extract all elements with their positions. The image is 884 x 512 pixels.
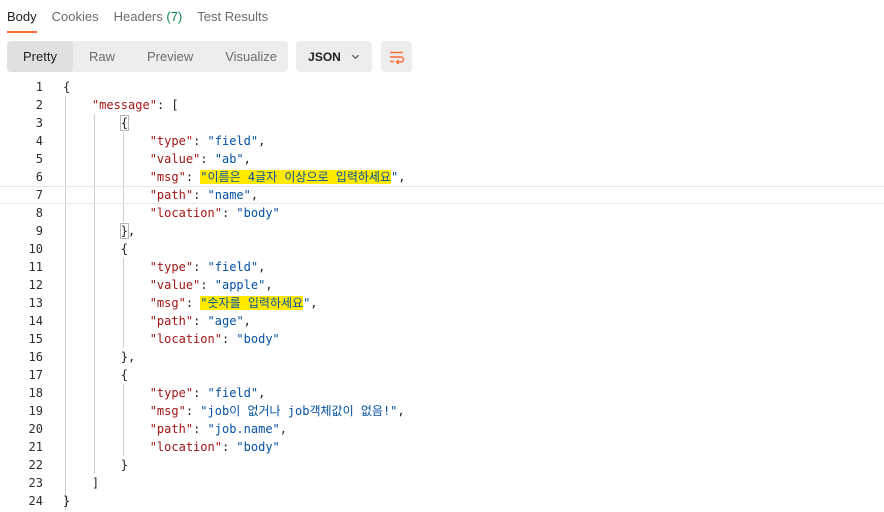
code-line: 24}: [0, 492, 884, 510]
code-line: 17 {: [0, 366, 884, 384]
wrap-lines-button[interactable]: [381, 41, 412, 72]
code-line: 5 "value": "ab",: [0, 150, 884, 168]
tab-headers[interactable]: Headers (7): [114, 0, 183, 34]
view-mode-selector: Pretty Raw Preview Visualize: [7, 41, 288, 72]
code-line: 7 "path": "name",: [0, 186, 884, 204]
line-number: 2: [35, 98, 43, 112]
code-line: 8 "location": "body": [0, 204, 884, 222]
code-line: 12 "value": "apple",: [0, 276, 884, 294]
wrap-lines-icon: [389, 51, 404, 64]
headers-count-badge: (7): [166, 9, 183, 24]
code-line: 21 "location": "body": [0, 438, 884, 456]
line-number: 22: [28, 458, 43, 472]
code-line: 6 "msg": "이름은 4글자 이상으로 입력하세요",: [0, 168, 884, 186]
view-mode-preview[interactable]: Preview: [131, 41, 209, 72]
code-line: 14 "path": "age",: [0, 312, 884, 330]
line-number: 11: [28, 260, 43, 274]
code-line: 15 "location": "body": [0, 330, 884, 348]
tab-cookies[interactable]: Cookies: [52, 0, 99, 34]
line-number: 21: [28, 440, 43, 454]
line-number: 5: [35, 152, 43, 166]
response-toolbar: Pretty Raw Preview Visualize JSON: [7, 41, 412, 72]
line-number: 13: [28, 296, 43, 310]
line-number: 6: [35, 170, 43, 184]
error-type-value: field: [214, 260, 251, 274]
line-number: 9: [35, 224, 43, 238]
code-line: 2 "message": [: [0, 96, 884, 114]
code-line: 13 "msg": "숫자를 입력하세요",: [0, 294, 884, 312]
code-line: 10 {: [0, 240, 884, 258]
code-line: 3 {: [0, 114, 884, 132]
line-number: 19: [28, 404, 43, 418]
chevron-down-icon: [351, 54, 359, 60]
code-line: 22 }: [0, 456, 884, 474]
error-location-value: body: [243, 440, 273, 454]
code-line: 11 "type": "field",: [0, 258, 884, 276]
code-line: 18 "type": "field",: [0, 384, 884, 402]
code-line: 9 },: [0, 222, 884, 240]
error-path-value: name: [214, 188, 244, 202]
error-value-value: ab: [221, 152, 237, 166]
line-number: 17: [28, 368, 43, 382]
response-body-editor[interactable]: 1{ 2 "message": [ 3 { 4 "type": "field",…: [0, 78, 884, 512]
code-line: 16 },: [0, 348, 884, 366]
code-line: 19 "msg": "job이 없거나 job객체값이 없음!",: [0, 402, 884, 420]
line-number: 14: [28, 314, 43, 328]
error-location-value: body: [243, 206, 273, 220]
code-line: 1{: [0, 78, 884, 96]
error-location-value: body: [243, 332, 273, 346]
line-number: 16: [28, 350, 43, 364]
line-number: 1: [35, 80, 43, 94]
view-mode-pretty[interactable]: Pretty: [7, 41, 73, 72]
error-type-value: field: [214, 386, 251, 400]
line-number: 7: [35, 188, 43, 202]
line-number: 8: [35, 206, 43, 220]
line-number: 24: [28, 494, 43, 508]
line-number: 12: [28, 278, 43, 292]
code-line: 23 ]: [0, 474, 884, 492]
line-number: 23: [28, 476, 43, 490]
matched-bracket: }: [119, 223, 130, 239]
error-msg-value: 숫자를 입력하세요: [207, 296, 304, 310]
tab-test-results[interactable]: Test Results: [197, 0, 268, 34]
matched-bracket: {: [119, 115, 130, 131]
error-msg-value: 이름은 4글자 이상으로 입력하세요: [207, 170, 391, 184]
error-path-value: job.name: [214, 422, 273, 436]
tab-body[interactable]: Body: [7, 0, 37, 34]
line-number: 18: [28, 386, 43, 400]
line-number: 4: [35, 134, 43, 148]
error-value-value: apple: [221, 278, 259, 292]
code-line: 20 "path": "job.name",: [0, 420, 884, 438]
line-number: 20: [28, 422, 43, 436]
line-number: 15: [28, 332, 43, 346]
line-number: 3: [35, 116, 43, 130]
error-type-value: field: [214, 134, 251, 148]
error-msg-value: job이 없거나 job객체값이 없음!: [207, 404, 391, 418]
response-tabs: Body Cookies Headers (7) Test Results: [0, 0, 884, 34]
line-number: 10: [28, 242, 43, 256]
view-mode-visualize[interactable]: Visualize: [209, 41, 293, 72]
format-label: JSON: [308, 49, 341, 64]
error-path-value: age: [214, 314, 237, 328]
view-mode-raw[interactable]: Raw: [73, 41, 131, 72]
format-dropdown[interactable]: JSON: [296, 41, 372, 72]
tab-headers-label: Headers: [113, 9, 163, 24]
code-line: 4 "type": "field",: [0, 132, 884, 150]
